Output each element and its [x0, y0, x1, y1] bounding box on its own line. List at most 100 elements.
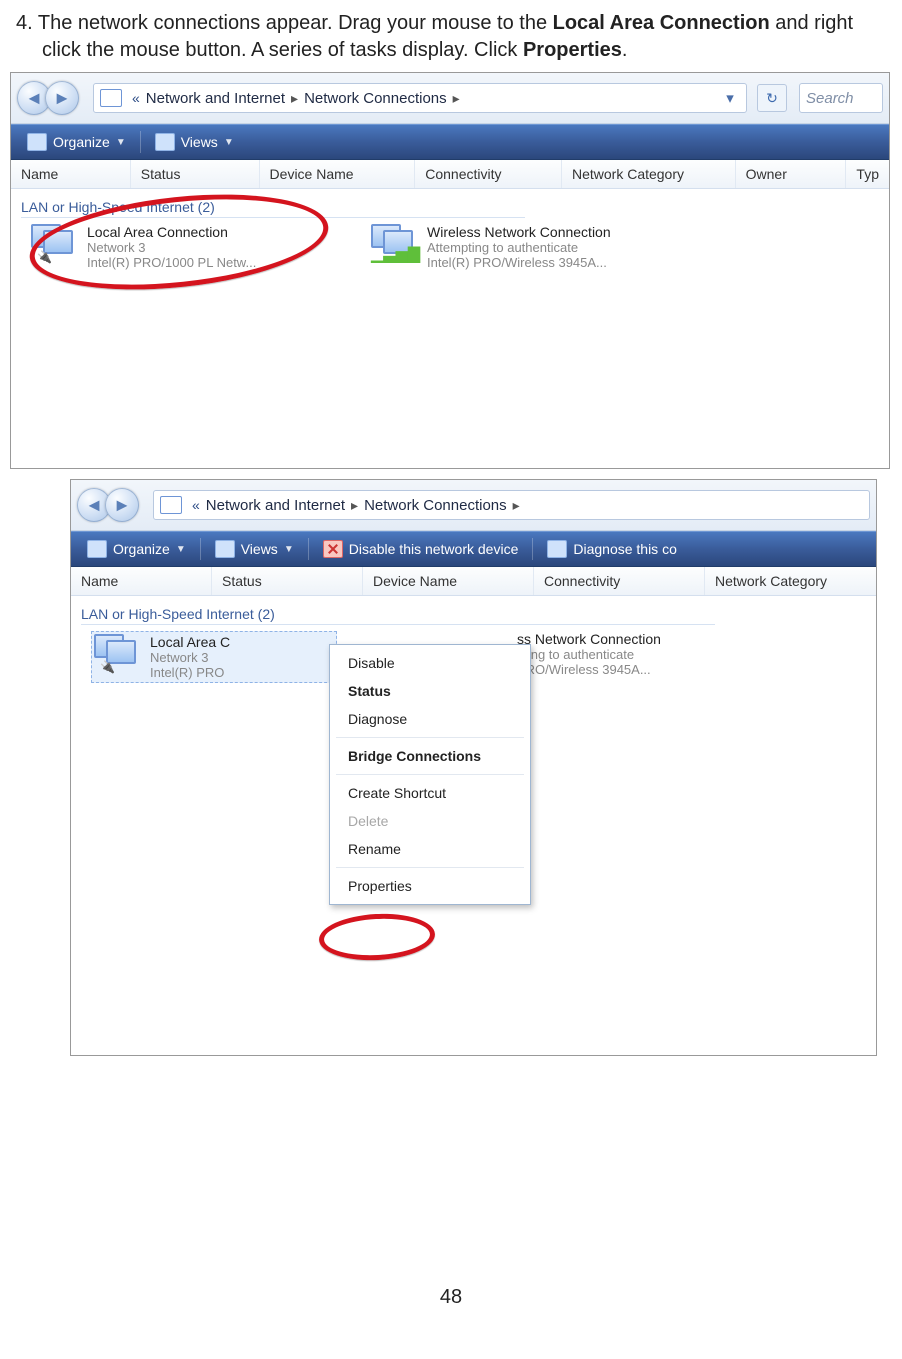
connection-device: Intel(R) PRO/1000 PL Netw... [87, 255, 256, 270]
connection-status: pting to authenticate [517, 647, 661, 662]
column-header[interactable]: Connectivity [415, 160, 562, 188]
breadcrumb-part[interactable]: Network Connections [364, 497, 507, 514]
views-icon [215, 540, 235, 558]
column-header[interactable]: Network Category [705, 567, 876, 595]
breadcrumb-bar[interactable]: « Network and Internet ▸ Network Connect… [153, 490, 870, 520]
menu-item-disable[interactable]: Disable [330, 649, 530, 677]
address-dropdown[interactable]: ▾ [720, 89, 740, 107]
forward-button[interactable]: ► [45, 81, 79, 115]
address-bar: ◄ ► « Network and Internet ▸ Network Con… [11, 73, 889, 124]
connection-device: PRO/Wireless 3945A... [517, 662, 661, 677]
step-number: 4. [16, 12, 33, 34]
step-instruction: 4. The network connections appear. Drag … [34, 10, 902, 64]
chevron-right-icon: ▸ [285, 90, 304, 107]
organize-icon [27, 133, 47, 151]
organize-button[interactable]: Organize ▼ [19, 131, 134, 153]
breadcrumb-part[interactable]: Network and Internet [146, 90, 285, 107]
menu-separator [336, 737, 524, 738]
page-number: 48 [0, 1286, 902, 1309]
column-header[interactable]: Connectivity [534, 567, 705, 595]
connections-list: LAN or High-Speed Internet (2) 🔌 Local A… [11, 189, 889, 469]
wireless-connection-item[interactable]: ss Network Connection pting to authentic… [517, 631, 777, 683]
wireless-icon: ▁▃▅▇ [371, 224, 417, 264]
connection-title: Local Area Connection [87, 224, 256, 240]
address-bar: ◄ ► « Network and Internet ▸ Network Con… [71, 480, 876, 531]
wireless-connection-item[interactable]: ▁▃▅▇ Wireless Network Connection Attempt… [371, 224, 681, 270]
disable-icon [323, 540, 343, 558]
column-headers: Name Status Device Name Connectivity Net… [71, 567, 876, 596]
group-header[interactable]: LAN or High-Speed Internet (2) [21, 199, 525, 218]
search-input[interactable]: Search [799, 83, 883, 113]
column-header[interactable]: Status [131, 160, 260, 188]
column-header[interactable]: Device Name [363, 567, 534, 595]
menu-item-status[interactable]: Status [330, 677, 530, 705]
network-icon: 🔌 [31, 224, 77, 264]
label: Organize [53, 134, 110, 150]
label: Views [181, 134, 218, 150]
column-header[interactable]: Typ [846, 160, 889, 188]
connection-title: Wireless Network Connection [427, 224, 611, 240]
views-icon [155, 133, 175, 151]
connection-status: Network 3 [150, 650, 230, 665]
bold-local-area: Local Area Connection [553, 12, 770, 34]
connection-status: Network 3 [87, 240, 256, 255]
menu-item-create-shortcut[interactable]: Create Shortcut [330, 779, 530, 807]
connections-list: LAN or High-Speed Internet (2) 🔌 Local A… [71, 596, 876, 1056]
bold-properties: Properties [523, 39, 622, 61]
organize-icon [87, 540, 107, 558]
search-placeholder: Search [806, 90, 854, 107]
menu-separator [336, 774, 524, 775]
chevron-right-icon: ▸ [345, 497, 364, 514]
column-header[interactable]: Name [11, 160, 131, 188]
text: The network connections appear. Drag you… [33, 12, 553, 34]
local-area-connection-item[interactable]: 🔌 Local Area C Network 3 Intel(R) PRO [91, 631, 337, 683]
caret-down-icon: ▼ [284, 544, 294, 555]
label: Views [241, 541, 278, 557]
breadcrumb-part[interactable]: Network and Internet [206, 497, 345, 514]
local-area-connection-item[interactable]: 🔌 Local Area Connection Network 3 Intel(… [31, 224, 341, 270]
column-header[interactable]: Network Category [562, 160, 736, 188]
chevron-right-icon: ▸ [507, 497, 526, 514]
caret-down-icon: ▼ [176, 544, 186, 555]
refresh-button[interactable]: ↻ [757, 84, 787, 112]
forward-button[interactable]: ► [105, 488, 139, 522]
diagnose-icon [547, 540, 567, 558]
connection-device: Intel(R) PRO [150, 665, 230, 680]
connection-title: ss Network Connection [517, 631, 661, 647]
diagnose-button[interactable]: Diagnose this co [539, 538, 685, 560]
group-header[interactable]: LAN or High-Speed Internet (2) [81, 606, 715, 625]
network-icon: 🔌 [94, 634, 140, 674]
menu-separator [336, 867, 524, 868]
views-button[interactable]: Views ▼ [147, 131, 242, 153]
folder-icon [100, 89, 122, 107]
command-bar: Organize ▼ Views ▼ [11, 124, 889, 160]
screenshot-2: ◄ ► « Network and Internet ▸ Network Con… [70, 479, 877, 1056]
column-header[interactable]: Status [212, 567, 363, 595]
menu-item-rename[interactable]: Rename [330, 835, 530, 863]
label: Diagnose this co [573, 541, 677, 557]
menu-item-properties[interactable]: Properties [330, 872, 530, 900]
views-button[interactable]: Views ▼ [207, 538, 302, 560]
label: Organize [113, 541, 170, 557]
connection-title: Local Area C [150, 634, 230, 650]
column-header[interactable]: Name [71, 567, 212, 595]
column-header[interactable]: Device Name [260, 160, 416, 188]
organize-button[interactable]: Organize ▼ [79, 538, 194, 560]
menu-item-bridge[interactable]: Bridge Connections [330, 742, 530, 770]
command-bar: Organize ▼ Views ▼ Disable this network … [71, 531, 876, 567]
chevron-left-icon: « [186, 497, 206, 513]
column-headers: Name Status Device Name Connectivity Net… [11, 160, 889, 189]
chevron-left-icon: « [126, 90, 146, 106]
column-header[interactable]: Owner [736, 160, 847, 188]
caret-down-icon: ▼ [224, 137, 234, 148]
text: . [622, 39, 628, 61]
breadcrumb-bar[interactable]: « Network and Internet ▸ Network Connect… [93, 83, 747, 113]
connection-device: Intel(R) PRO/Wireless 3945A... [427, 255, 611, 270]
screenshot-1: ◄ ► « Network and Internet ▸ Network Con… [10, 72, 890, 469]
connection-status: Attempting to authenticate [427, 240, 611, 255]
chevron-right-icon: ▸ [447, 90, 466, 107]
menu-item-diagnose[interactable]: Diagnose [330, 705, 530, 733]
breadcrumb-part[interactable]: Network Connections [304, 90, 447, 107]
disable-device-button[interactable]: Disable this network device [315, 538, 527, 560]
menu-item-delete: Delete [330, 807, 530, 835]
